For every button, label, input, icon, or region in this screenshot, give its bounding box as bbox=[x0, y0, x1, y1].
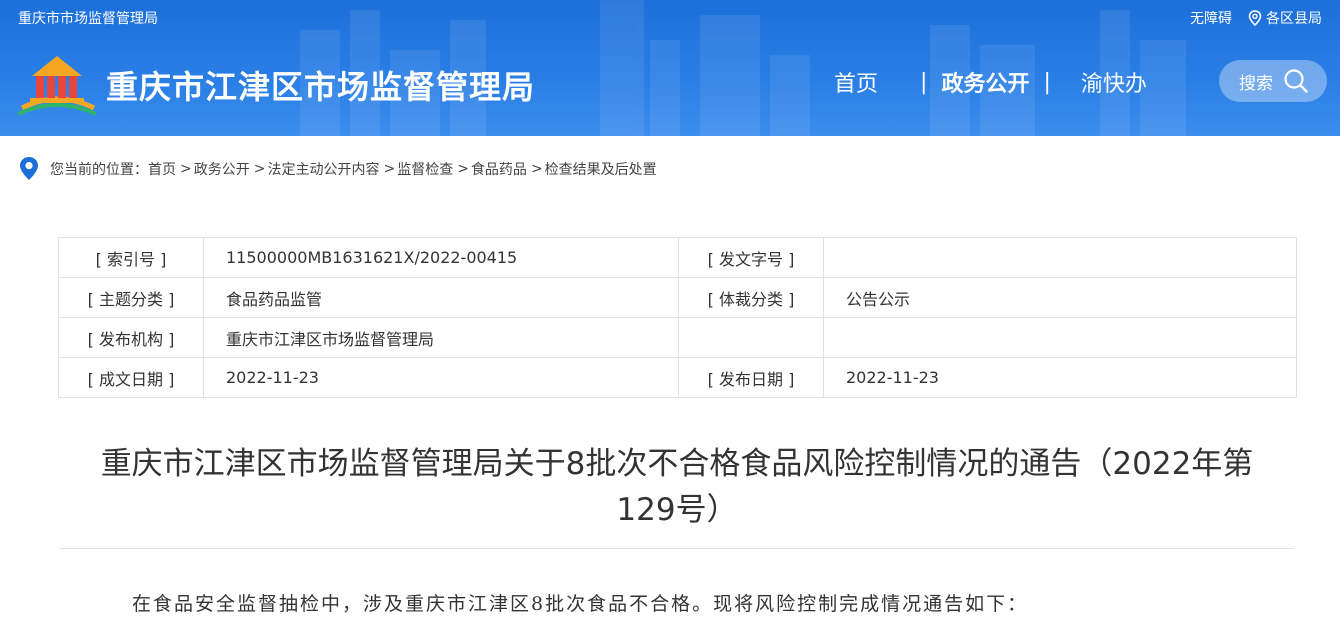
empty-value-cell bbox=[823, 317, 1297, 358]
nav-home[interactable]: 首页 bbox=[834, 66, 878, 98]
article-title-line-2: 129号） bbox=[616, 492, 738, 528]
breadcrumb-government-affairs[interactable]: 政务公开 bbox=[194, 159, 250, 179]
accessibility-link[interactable]: 无障碍 bbox=[1190, 8, 1232, 28]
table-row: [ 成文日期 ] 2022-11-23 [ 发布日期 ] 2022-11-23 bbox=[58, 357, 1297, 398]
breadcrumb-home[interactable]: 首页 bbox=[148, 159, 176, 179]
nav-separator: | bbox=[920, 69, 928, 95]
districts-link[interactable]: 各区县局 bbox=[1248, 8, 1322, 28]
article-title: 重庆市江津区市场监督管理局关于8批次不合格食品风险控制情况的通告（2022年第 … bbox=[60, 441, 1294, 533]
breadcrumb-statutory-content[interactable]: 法定主动公开内容 bbox=[267, 159, 379, 179]
site-title[interactable]: 重庆市江津区市场监督管理局 bbox=[106, 62, 535, 108]
written-date-value: 2022-11-23 bbox=[203, 357, 679, 398]
genre-category-label: [ 体裁分类 ] bbox=[678, 277, 824, 318]
breadcrumb-prefix: 您当前的位置： bbox=[50, 162, 148, 178]
location-marker-icon bbox=[20, 157, 38, 180]
topic-category-label: [ 主题分类 ] bbox=[58, 277, 204, 318]
breadcrumb-food-drugs[interactable]: 食品药品 bbox=[471, 159, 527, 179]
districts-label: 各区县局 bbox=[1266, 11, 1322, 27]
document-info-table: [ 索引号 ] 11500000MB1631621X/2022-00415 [ … bbox=[58, 237, 1297, 398]
title-divider bbox=[60, 548, 1294, 549]
genre-category-value: 公告公示 bbox=[823, 277, 1297, 318]
publish-date-value: 2022-11-23 bbox=[823, 357, 1297, 398]
site-header: 重庆市市场监督管理局 无障碍 各区县局 重庆市江津区市场监督管理局 首页 | 政… bbox=[0, 0, 1340, 136]
index-number-label: [ 索引号 ] bbox=[58, 237, 204, 278]
table-row: [ 索引号 ] 11500000MB1631621X/2022-00415 [ … bbox=[58, 237, 1297, 278]
table-row: [ 主题分类 ] 食品药品监管 [ 体裁分类 ] 公告公示 bbox=[58, 277, 1297, 318]
index-number-value: 11500000MB1631621X/2022-00415 bbox=[203, 237, 679, 278]
breadcrumb-arrow: > bbox=[530, 161, 543, 177]
publisher-value: 重庆市江津区市场监督管理局 bbox=[203, 317, 679, 358]
search-label: 搜索 bbox=[1239, 73, 1273, 94]
search-button[interactable]: 搜索 bbox=[1219, 60, 1327, 102]
empty-label-cell bbox=[678, 317, 824, 358]
table-row: [ 发布机构 ] 重庆市江津区市场监督管理局 bbox=[58, 317, 1297, 358]
main-nav: 首页 | 政务公开 | 渝快办 bbox=[834, 66, 1147, 98]
breadcrumb-arrow: > bbox=[457, 161, 469, 177]
nav-government-affairs[interactable]: 政务公开 bbox=[941, 66, 1029, 98]
topic-category-value: 食品药品监管 bbox=[203, 277, 679, 318]
emblem-logo-icon[interactable] bbox=[16, 50, 98, 118]
publish-date-label: [ 发布日期 ] bbox=[678, 357, 824, 398]
breadcrumb-arrow: > bbox=[180, 161, 192, 177]
breadcrumb-inspection-results[interactable]: 检查结果及后处置 bbox=[545, 159, 657, 179]
nav-separator: | bbox=[1043, 69, 1051, 95]
top-utility-links: 无障碍 各区县局 bbox=[1190, 8, 1322, 28]
breadcrumb-arrow: > bbox=[253, 161, 266, 177]
publisher-label: [ 发布机构 ] bbox=[58, 317, 204, 358]
article-title-line-1: 重庆市江津区市场监督管理局关于8批次不合格食品风险控制情况的通告（2022年第 bbox=[100, 446, 1254, 482]
document-number-label: [ 发文字号 ] bbox=[678, 237, 824, 278]
document-number-value bbox=[823, 237, 1297, 278]
search-icon bbox=[1284, 69, 1308, 93]
location-pin-icon bbox=[1248, 10, 1262, 26]
breadcrumb: 您当前的位置： 首页 > 政务公开 > 法定主动公开内容 > 监督检查 > 食品… bbox=[18, 156, 657, 182]
written-date-label: [ 成文日期 ] bbox=[58, 357, 204, 398]
parent-site-link[interactable]: 重庆市市场监督管理局 bbox=[18, 8, 158, 28]
article-paragraph: 在食品安全监督抽检中，涉及重庆市江津区8批次食品不合格。现将风险控制完成情况通告… bbox=[132, 593, 1029, 615]
nav-yukuaiban[interactable]: 渝快办 bbox=[1081, 66, 1147, 98]
breadcrumb-supervision-inspection[interactable]: 监督检查 bbox=[397, 159, 453, 179]
breadcrumb-arrow: > bbox=[383, 161, 396, 177]
